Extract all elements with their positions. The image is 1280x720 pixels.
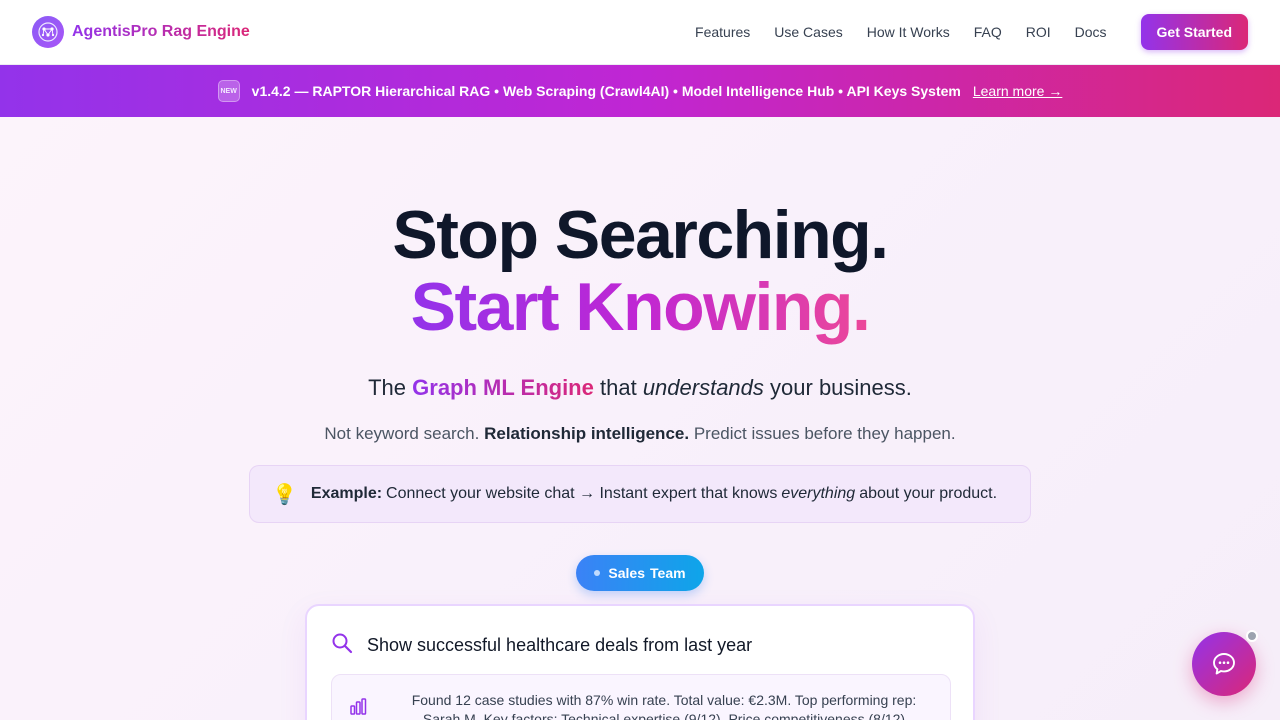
search-result-text: Found 12 case studies with 87% win rate.… [411,692,917,720]
get-started-button[interactable]: Get Started [1140,14,1248,50]
chat-bubble-icon [1213,653,1235,675]
tagline-post: your business. [770,375,912,400]
example-text-pre: Connect your website chat → Instant expe… [386,485,778,502]
hero-tagline: The Graph ML Engine that understands you… [0,375,1280,401]
example-callout: 💡 Example: Connect your website chat → I… [249,465,1031,523]
tagline-emphasis: understands [642,375,764,400]
main-nav: Features Use Cases How It Works FAQ ROI … [695,14,1248,50]
brand[interactable]: AgentisPro Rag Engine [32,16,250,48]
nav-link-features[interactable]: Features [695,24,750,40]
example-text-emphasis: everything [781,485,856,502]
search-result: Found 12 case studies with 87% win rate.… [331,674,951,720]
nav-link-how-it-works[interactable]: How It Works [867,24,950,40]
lightbulb-icon: 💡 [272,483,297,506]
tagline-mid: that [599,375,637,400]
announcement-text: v1.4.2 — RAPTOR Hierarchical RAG • Web S… [251,83,961,99]
site-header: AgentisPro Rag Engine Features Use Cases… [0,0,1280,65]
subline-post: Predict issues before they happen. [693,424,956,443]
tagline-pre: The [368,375,407,400]
search-query-text: Show successful healthcare deals from la… [367,635,753,655]
nav-link-docs[interactable]: Docs [1075,24,1107,40]
team-pill-word2: Team [650,565,686,581]
example-label: Example: [310,485,383,502]
brand-name: AgentisPro Rag Engine [72,23,250,40]
hero-title-line1: Stop Searching. [392,197,889,273]
search-query-row[interactable]: Show successful healthcare deals from la… [331,632,752,659]
nav-link-roi[interactable]: ROI [1026,24,1051,40]
neural-network-icon [32,16,64,48]
tagline-highlight: Graph ML Engine [412,375,594,400]
hero-subline: Not keyword search. Relationship intelli… [0,424,1280,444]
chat-widget-button[interactable] [1192,632,1256,696]
search-icon [331,632,353,659]
subline-pre: Not keyword search. [324,424,480,443]
subline-strong: Relationship intelligence. [484,424,690,443]
nav-link-faq[interactable]: FAQ [974,24,1002,40]
hero-title-line2: Start Knowing. [0,268,1280,346]
team-pill-word1: Sales [608,565,646,581]
learn-more-link[interactable]: Learn more → [973,83,1062,99]
new-badge: NEW [217,80,240,102]
pill-dot-icon [594,570,601,576]
bar-chart-icon [348,697,368,720]
hero-title-line2-text: Start Knowing. [410,269,871,345]
example-text-post: about your product. [859,485,998,502]
chat-status-dot [1246,630,1258,642]
demo-search-card: Show successful healthcare deals from la… [305,604,975,720]
announcement-bar: NEW v1.4.2 — RAPTOR Hierarchical RAG • W… [0,65,1280,117]
nav-link-use-cases[interactable]: Use Cases [774,24,842,40]
sales-team-pill[interactable]: Sales Team [576,555,704,591]
